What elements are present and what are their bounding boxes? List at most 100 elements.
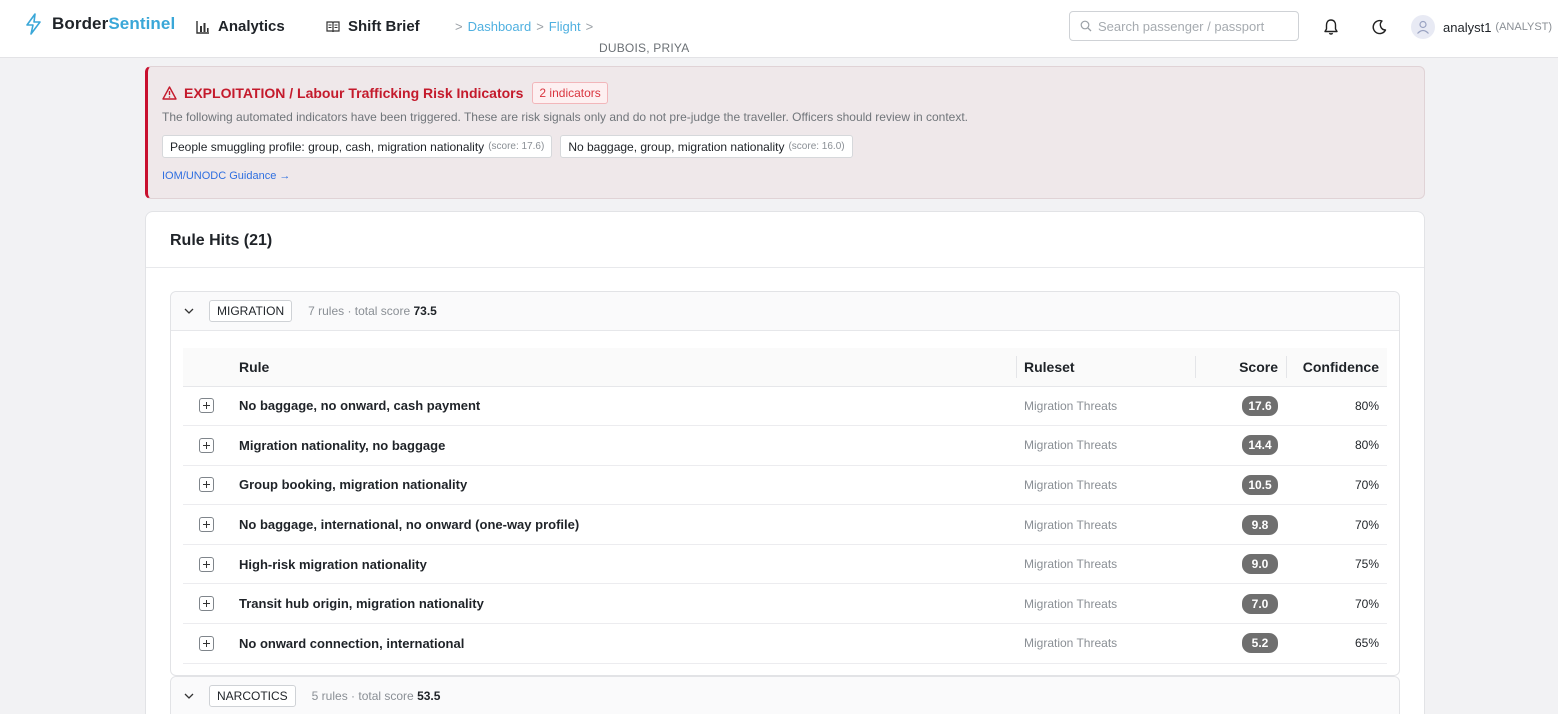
table-row: High-risk migration nationality Migration… — [183, 544, 1387, 584]
avatar — [1411, 15, 1435, 39]
rule-name: No baggage, international, no onward (on… — [239, 517, 580, 533]
expand-row-button[interactable] — [199, 596, 214, 612]
search-input[interactable] — [1098, 18, 1288, 34]
score-badge: 10.5 — [1242, 474, 1278, 495]
score-badge: 5.2 — [1242, 633, 1278, 654]
user-menu[interactable]: analyst1 (ANALYST) — [1411, 15, 1552, 39]
rule-name: No baggage, no onward, cash payment — [239, 398, 481, 414]
lightning-icon — [26, 13, 41, 35]
bar-chart-icon — [196, 20, 209, 34]
user-role: (ANALYST) — [1495, 21, 1553, 33]
moon-icon[interactable] — [1371, 18, 1387, 36]
indicator-tag-label: People smuggling profile: group, cash, m… — [170, 139, 485, 154]
alert-title: EXPLOITATION / Labour Trafficking Risk I… — [184, 85, 524, 101]
search-box[interactable] — [1069, 11, 1299, 41]
score-badge: 14.4 — [1242, 435, 1278, 456]
confidence-value: 80% — [1354, 438, 1379, 453]
rule-name: Group booking, migration nationality — [239, 477, 468, 493]
expand-column-header — [183, 348, 230, 386]
nav-analytics-label: Analytics — [218, 18, 285, 35]
table-row: Group booking, migration nationality Migr… — [183, 465, 1387, 505]
score-cell: 9.8 — [1195, 505, 1286, 545]
rule-group-meta: 7 rules · total score 73.5 — [308, 304, 437, 318]
rule-group-header[interactable]: MIGRATION 7 rules · total score 73.5 — [171, 292, 1399, 331]
rule-group-total: 73.5 — [413, 304, 437, 318]
ruleset-name: Migration Threats — [1024, 636, 1118, 651]
nav-analytics[interactable]: Analytics — [196, 18, 285, 35]
column-header-rule[interactable]: Rule — [230, 348, 1016, 386]
nav-shift-brief[interactable]: Shift Brief — [326, 18, 420, 35]
rule-group-name: MIGRATION — [209, 300, 293, 322]
expand-cell — [183, 584, 230, 624]
ruleset-name: Migration Threats — [1024, 477, 1118, 492]
score-cell: 17.6 — [1195, 386, 1286, 426]
score-cell: 10.5 — [1195, 465, 1286, 505]
rule-group-total: 53.5 — [417, 689, 441, 703]
indicator-tag-score: (score: 17.6) — [488, 141, 545, 152]
column-header-ruleset[interactable]: Ruleset — [1016, 348, 1195, 386]
table-row: Migration nationality, no baggage Migrati… — [183, 426, 1387, 466]
score-badge: 9.8 — [1242, 514, 1278, 535]
breadcrumb-current: DUBOIS, PRIYA — [599, 41, 690, 55]
rule-group-name: NARCOTICS — [209, 685, 296, 707]
table-header-row: Rule Ruleset Score Confidence — [183, 348, 1387, 386]
top-navbar: BorderSentinel Analytics Shift Brief > D… — [0, 0, 1558, 58]
search-icon — [1080, 20, 1092, 32]
breadcrumb-separator: > — [455, 19, 463, 34]
indicator-tag-score: (score: 16.0) — [788, 141, 845, 152]
table-row: No baggage, international, no onward (on… — [183, 505, 1387, 545]
expand-row-button[interactable] — [199, 556, 214, 572]
score-cell: 5.2 — [1195, 624, 1286, 664]
breadcrumb-flight[interactable]: Flight — [549, 19, 581, 34]
expand-row-button[interactable] — [199, 398, 214, 414]
expand-row-button[interactable] — [199, 635, 214, 651]
warning-triangle-icon — [162, 86, 177, 100]
rule-name: No onward connection, international — [239, 635, 465, 651]
indicator-count-badge: 2 indicators — [532, 82, 608, 104]
expand-row-button[interactable] — [199, 517, 214, 533]
chevron-down-icon[interactable] — [183, 305, 195, 317]
breadcrumb-separator: > — [536, 19, 544, 34]
confidence-value: 70% — [1354, 477, 1379, 492]
expand-cell — [183, 624, 230, 664]
guidance-link[interactable]: IOM/UNODC Guidance → — [162, 170, 290, 182]
rule-name: High-risk migration nationality — [239, 556, 427, 572]
alert-description: The following automated indicators have … — [162, 110, 969, 124]
score-badge: 9.0 — [1242, 554, 1278, 575]
indicator-tag-label: No baggage, group, migration nationality — [568, 139, 785, 154]
rule-group-header[interactable]: NARCOTICS 5 rules · total score 53.5 — [171, 677, 1399, 714]
rule-hits-title: Rule Hits (21) — [146, 212, 1424, 268]
indicator-tag: No baggage, group, migration nationality… — [560, 135, 853, 158]
score-badge: 7.0 — [1242, 593, 1278, 614]
column-header-score[interactable]: Score — [1195, 348, 1286, 386]
expand-cell — [183, 544, 230, 584]
rule-table: Rule Ruleset Score Confidence No baggage… — [183, 348, 1387, 664]
rule-hits-card: Rule Hits (21) MIGRATION 7 rules · total… — [145, 211, 1425, 714]
expand-row-button[interactable] — [199, 477, 214, 493]
expand-cell — [183, 426, 230, 466]
rule-group-narcotics: NARCOTICS 5 rules · total score 53.5 — [170, 676, 1400, 714]
breadcrumb-dashboard[interactable]: Dashboard — [468, 19, 532, 34]
rule-group-meta: 5 rules · total score 53.5 — [311, 689, 441, 703]
chevron-down-icon[interactable] — [183, 690, 195, 702]
score-cell: 14.4 — [1195, 426, 1286, 466]
breadcrumb-separator: > — [585, 19, 594, 34]
brand-name: BorderSentinel — [52, 14, 176, 33]
user-icon — [1417, 20, 1429, 34]
indicator-tag-list: People smuggling profile: group, cash, m… — [162, 135, 861, 158]
risk-alert-panel: EXPLOITATION / Labour Trafficking Risk I… — [145, 66, 1425, 199]
table-row: Transit hub origin, migration nationalit… — [183, 584, 1387, 624]
expand-row-button[interactable] — [199, 437, 214, 453]
expand-cell — [183, 505, 230, 545]
breadcrumb: > Dashboard > Flight > — [455, 19, 598, 34]
alert-header: EXPLOITATION / Labour Trafficking Risk I… — [162, 82, 608, 104]
expand-cell — [183, 386, 230, 426]
bell-icon[interactable] — [1323, 18, 1339, 36]
username: analyst1 — [1443, 19, 1492, 35]
nav-shift-brief-label: Shift Brief — [348, 18, 420, 35]
book-icon — [326, 20, 340, 32]
column-header-confidence[interactable]: Confidence — [1286, 348, 1387, 386]
ruleset-name: Migration Threats — [1024, 438, 1118, 453]
brand-logo[interactable]: BorderSentinel — [24, 13, 175, 35]
confidence-value: 80% — [1354, 398, 1379, 413]
